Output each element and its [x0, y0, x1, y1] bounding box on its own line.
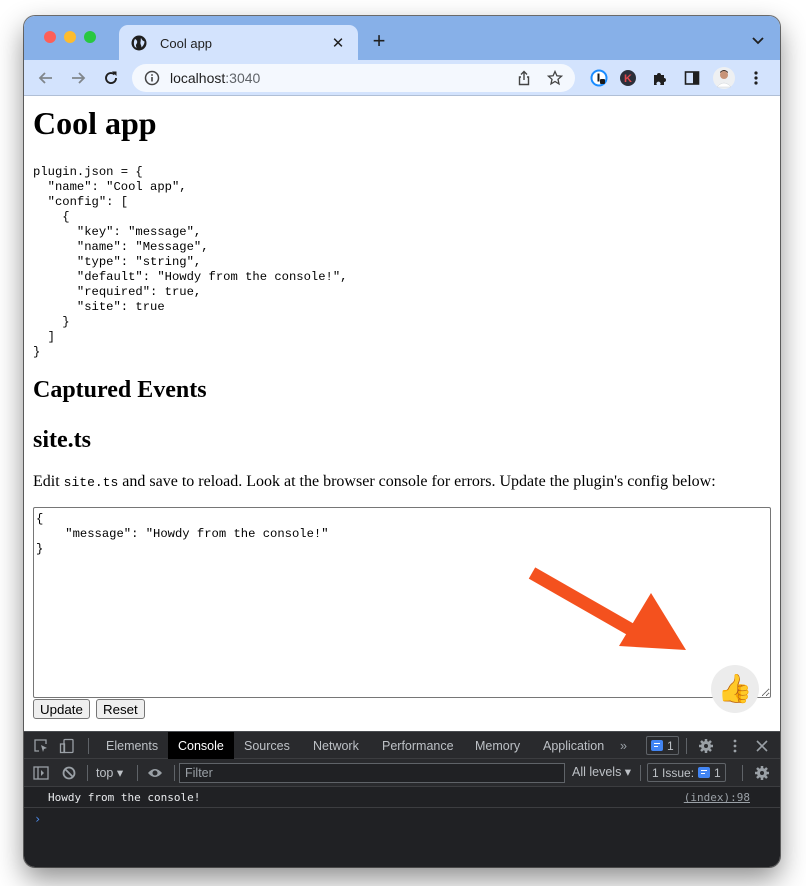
- issues-badge[interactable]: 1 Issue: 1: [647, 763, 726, 782]
- separator: [87, 765, 88, 781]
- annotation-arrow-icon: [528, 567, 686, 650]
- browser-window: Cool app ✕ + localhost:3040 K Cool app p…: [24, 16, 780, 867]
- address-bar[interactable]: localhost:3040: [132, 64, 575, 92]
- tab-strip: Cool app ✕ +: [24, 16, 780, 61]
- messages-badge[interactable]: 1: [646, 736, 679, 755]
- back-button[interactable]: [34, 66, 58, 90]
- page-content: Cool app plugin.json = { "name": "Cool a…: [24, 97, 780, 731]
- console-toolbar: top ▾ Filter All levels ▾ 1 Issue: 1: [24, 759, 780, 787]
- filter-placeholder: Filter: [185, 766, 213, 780]
- devtools-tab-console[interactable]: Console: [168, 732, 234, 759]
- new-tab-button[interactable]: +: [367, 30, 391, 54]
- separator: [742, 765, 743, 781]
- devtools-panel: Elements Console Sources Network Performance…: [24, 731, 780, 867]
- url-text: localhost:3040: [170, 70, 260, 86]
- svg-text:K: K: [624, 73, 632, 85]
- devtools-tab-network[interactable]: Network: [303, 732, 369, 759]
- log-levels-dropdown[interactable]: All levels ▾: [572, 764, 631, 779]
- separator: [174, 765, 175, 781]
- description-after: and save to reload. Look at the browser …: [118, 473, 716, 490]
- page-title: Cool app: [33, 105, 157, 141]
- minimize-window-button[interactable]: [64, 31, 76, 43]
- description-text: Edit site.ts and save to reload. Look at…: [33, 473, 716, 491]
- console-log-row: Howdy from the console! (index):98: [24, 787, 780, 808]
- reload-icon: [105, 71, 117, 84]
- globe-icon: [131, 35, 147, 51]
- close-devtools-icon[interactable]: [753, 737, 771, 755]
- info-icon[interactable]: [144, 70, 160, 86]
- clear-console-icon[interactable]: [60, 764, 78, 782]
- close-tab-icon[interactable]: ✕: [326, 31, 350, 55]
- show-sidebar-icon[interactable]: [32, 764, 50, 782]
- devtools-tab-sources[interactable]: Sources: [234, 732, 300, 759]
- description-before: Edit: [33, 473, 64, 490]
- separator: [137, 765, 138, 781]
- more-tabs-button[interactable]: »: [616, 732, 631, 759]
- captured-events-heading: Captured Events: [33, 377, 207, 403]
- issues-label: 1 Issue:: [652, 765, 695, 780]
- profile-avatar[interactable]: [712, 66, 736, 90]
- star-icon[interactable]: [545, 68, 565, 88]
- devtools-tab-elements[interactable]: Elements: [96, 732, 168, 759]
- share-icon[interactable]: [514, 68, 534, 88]
- kebab-menu-icon[interactable]: [744, 66, 768, 90]
- site-ts-heading: site.ts: [33, 427, 91, 453]
- reset-button[interactable]: Reset: [96, 699, 145, 719]
- console-settings-gear-icon[interactable]: [753, 764, 771, 782]
- chevron-down-icon[interactable]: [750, 32, 766, 48]
- update-button[interactable]: Update: [33, 699, 90, 719]
- settings-gear-icon[interactable]: [697, 737, 715, 755]
- separator: [88, 738, 89, 754]
- side-panel-icon[interactable]: [680, 66, 704, 90]
- separator: [640, 765, 641, 781]
- context-selector[interactable]: top ▾: [96, 765, 123, 780]
- browser-toolbar: localhost:3040 K: [24, 60, 780, 96]
- k-extension-icon[interactable]: K: [616, 66, 640, 90]
- devtools-tab-bar: Elements Console Sources Network Performance…: [24, 731, 780, 759]
- separator: [686, 738, 687, 754]
- issues-count: 1: [714, 765, 721, 780]
- url-host: localhost: [170, 70, 226, 86]
- maximize-window-button[interactable]: [84, 31, 96, 43]
- puzzle-icon[interactable]: [648, 66, 672, 90]
- console-prompt-icon[interactable]: ›: [34, 812, 41, 826]
- inspect-element-icon[interactable]: [32, 737, 50, 755]
- log-message: Howdy from the console!: [48, 791, 201, 804]
- description-code: site.ts: [63, 475, 119, 490]
- reload-button[interactable]: [99, 66, 123, 90]
- arrow-left-icon: [38, 72, 52, 84]
- forward-button[interactable]: [66, 66, 90, 90]
- devtools-tab-application[interactable]: Application: [533, 732, 614, 759]
- url-port: :3040: [225, 70, 261, 86]
- devtools-tab-memory[interactable]: Memory: [465, 732, 530, 759]
- devtools-tab-performance[interactable]: Performance: [372, 732, 464, 759]
- messages-count: 1: [667, 738, 674, 753]
- message-icon: [651, 740, 663, 751]
- device-toolbar-icon[interactable]: [58, 737, 76, 755]
- thumbs-up-button[interactable]: 👍: [711, 665, 759, 713]
- log-source-link[interactable]: (index):98: [684, 791, 750, 804]
- console-filter-input[interactable]: Filter: [179, 763, 565, 783]
- plugin-json-code: plugin.json = { "name": "Cool app", "con…: [33, 165, 348, 359]
- arrow-right-icon: [72, 72, 86, 84]
- browser-tab[interactable]: Cool app ✕: [119, 25, 358, 61]
- tab-title: Cool app: [160, 35, 213, 51]
- 1password-icon[interactable]: [587, 66, 611, 90]
- devtools-menu-icon[interactable]: [726, 737, 744, 755]
- thumbs-up-icon: 👍: [717, 674, 753, 705]
- live-expression-eye-icon[interactable]: [146, 764, 164, 782]
- close-window-button[interactable]: [44, 31, 56, 43]
- message-icon: [698, 767, 711, 778]
